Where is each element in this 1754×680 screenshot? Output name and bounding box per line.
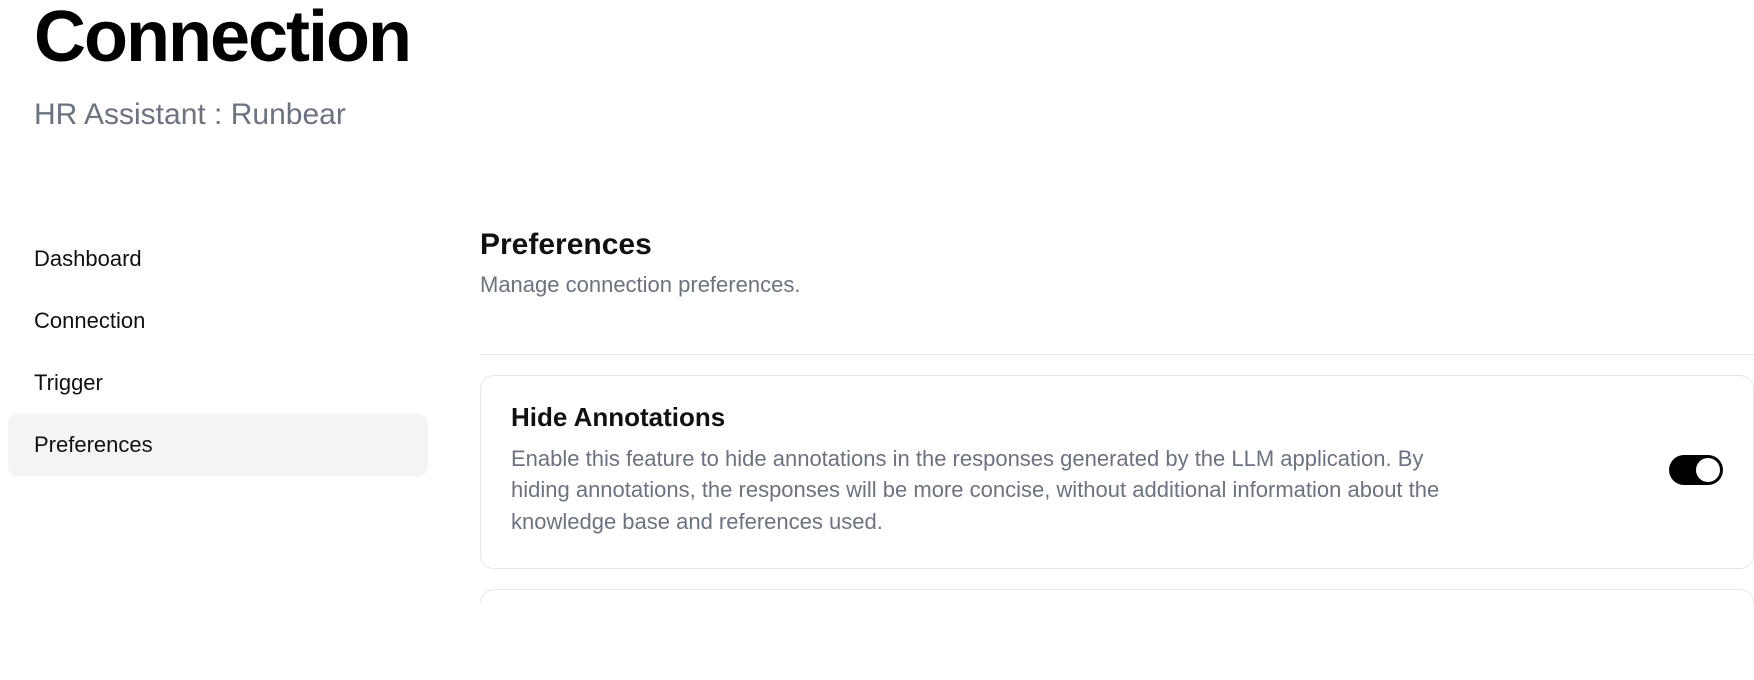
page-title: Connection <box>34 0 1754 76</box>
section-description: Manage connection preferences. <box>480 272 1754 298</box>
pref-title: Hide Annotations <box>511 402 1639 433</box>
page-subtitle: HR Assistant : Runbear <box>34 98 1754 132</box>
pref-description: Enable this feature to hide annotations … <box>511 443 1451 539</box>
divider <box>480 354 1754 355</box>
sidebar-item-dashboard[interactable]: Dashboard <box>8 228 428 290</box>
pref-card-next <box>480 589 1754 603</box>
section-title: Preferences <box>480 228 1754 262</box>
toggle-knob <box>1696 458 1720 482</box>
pref-card-hide-annotations: Hide Annotations Enable this feature to … <box>480 375 1754 570</box>
hide-annotations-toggle[interactable] <box>1669 455 1723 485</box>
sidebar-item-connection[interactable]: Connection <box>8 290 428 352</box>
main-content: Preferences Manage connection preference… <box>480 228 1754 604</box>
sidebar: Dashboard Connection Trigger Preferences <box>0 228 480 604</box>
sidebar-item-trigger[interactable]: Trigger <box>8 352 428 414</box>
sidebar-item-preferences[interactable]: Preferences <box>8 414 428 476</box>
